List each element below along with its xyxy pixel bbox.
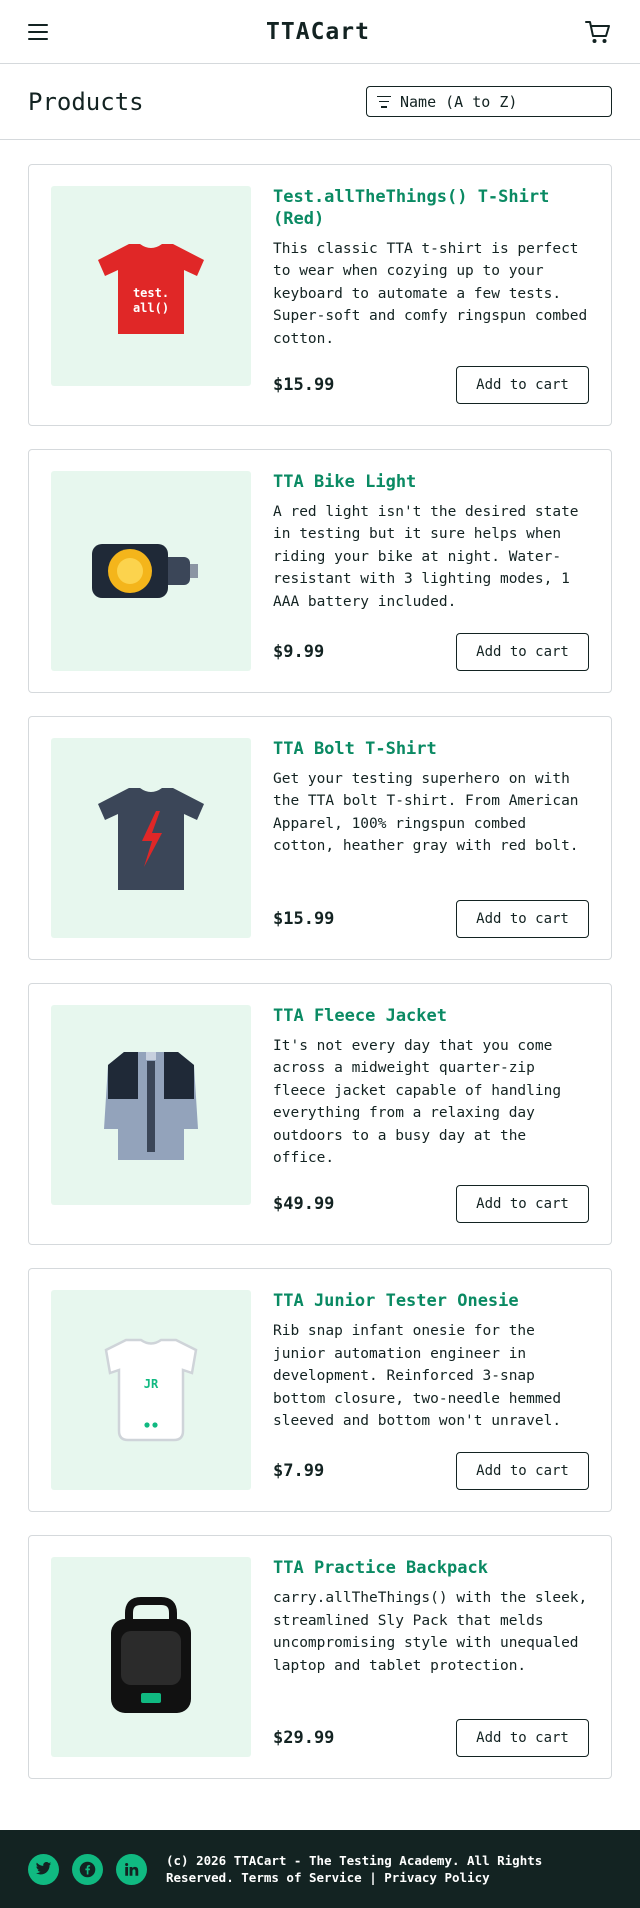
- terms-of-service-link[interactable]: Terms of Service: [241, 1870, 361, 1885]
- product-card: TTA Bike Light A red light isn't the des…: [28, 449, 612, 694]
- sort-select[interactable]: Name (A to Z): [366, 86, 612, 117]
- onesie-print: JR: [144, 1377, 159, 1391]
- product-image[interactable]: JR: [51, 1290, 251, 1491]
- product-price: $15.99: [273, 909, 335, 930]
- product-price: $29.99: [273, 1728, 335, 1749]
- product-name[interactable]: TTA Practice Backpack: [273, 1557, 589, 1579]
- product-card: TTA Fleece Jacket It's not every day tha…: [28, 983, 612, 1246]
- product-name[interactable]: TTA Fleece Jacket: [273, 1005, 589, 1027]
- add-to-cart-button[interactable]: Add to cart: [456, 366, 589, 405]
- product-name[interactable]: Test.allTheThings() T-Shirt (Red): [273, 186, 589, 230]
- app-logo[interactable]: TTACart: [266, 19, 370, 45]
- product-price: $7.99: [273, 1461, 325, 1482]
- add-to-cart-button[interactable]: Add to cart: [456, 1452, 589, 1491]
- product-card: test. all() Test.allTheThings() T-Shirt …: [28, 164, 612, 427]
- product-name[interactable]: TTA Junior Tester Onesie: [273, 1290, 589, 1312]
- footer-text: (c) 2026 TTACart - The Testing Academy. …: [166, 1852, 612, 1886]
- product-description: A red light isn't the desired state in t…: [273, 504, 579, 610]
- product-description: Get your testing superhero on with the T…: [273, 771, 579, 855]
- facebook-icon[interactable]: [72, 1853, 103, 1885]
- red-tshirt-image: test. all(): [98, 244, 204, 334]
- backpack-image: [111, 1597, 191, 1714]
- product-description: It's not every day that you come across …: [273, 1038, 562, 1167]
- product-image[interactable]: [51, 738, 251, 939]
- onesie-image: JR: [104, 1339, 198, 1442]
- add-to-cart-button[interactable]: Add to cart: [456, 633, 589, 672]
- sort-selected-value: Name (A to Z): [400, 92, 518, 111]
- shopping-cart-icon[interactable]: [584, 18, 612, 46]
- add-to-cart-button[interactable]: Add to cart: [456, 1185, 589, 1224]
- privacy-policy-link[interactable]: Privacy Policy: [384, 1870, 489, 1885]
- bolt-tshirt-image: [98, 788, 204, 891]
- product-price: $49.99: [273, 1194, 335, 1215]
- site-footer: (c) 2026 TTACart - The Testing Academy. …: [0, 1830, 640, 1908]
- product-list: test. all() Test.allTheThings() T-Shirt …: [0, 140, 640, 1780]
- hamburger-menu-icon[interactable]: [28, 20, 52, 44]
- page-title: Products: [28, 87, 144, 116]
- shirt-print-line: test.: [133, 286, 169, 300]
- product-description: Rib snap infant onesie for the junior au…: [273, 1323, 562, 1430]
- add-to-cart-button[interactable]: Add to cart: [456, 1719, 589, 1758]
- top-header: TTACart: [0, 0, 640, 64]
- fleece-jacket-image: [104, 1052, 198, 1161]
- linkedin-icon[interactable]: [116, 1853, 147, 1885]
- product-image[interactable]: [51, 1557, 251, 1758]
- product-card: JR TTA Junior Tester Onesie Rib snap inf…: [28, 1268, 612, 1513]
- product-card: TTA Practice Backpack carry.allTheThings…: [28, 1535, 612, 1780]
- filter-lines-icon: [377, 95, 391, 108]
- shirt-print-line: all(): [133, 301, 169, 315]
- product-name[interactable]: TTA Bike Light: [273, 471, 589, 493]
- product-image[interactable]: test. all(): [51, 186, 251, 386]
- product-description: carry.allTheThings() with the sleek, str…: [273, 1590, 588, 1674]
- product-image[interactable]: [51, 471, 251, 672]
- twitter-icon[interactable]: [28, 1853, 59, 1885]
- product-image[interactable]: [51, 1005, 251, 1206]
- product-price: $9.99: [273, 642, 325, 663]
- product-card: TTA Bolt T-Shirt Get your testing superh…: [28, 716, 612, 961]
- footer-separator: |: [369, 1870, 377, 1885]
- product-name[interactable]: TTA Bolt T-Shirt: [273, 738, 589, 760]
- add-to-cart-button[interactable]: Add to cart: [456, 900, 589, 939]
- product-price: $15.99: [273, 375, 335, 396]
- product-description: This classic TTA t-shirt is perfect to w…: [273, 241, 588, 347]
- products-toolbar: Products Name (A to Z): [0, 64, 640, 140]
- bike-light-image: [92, 544, 198, 599]
